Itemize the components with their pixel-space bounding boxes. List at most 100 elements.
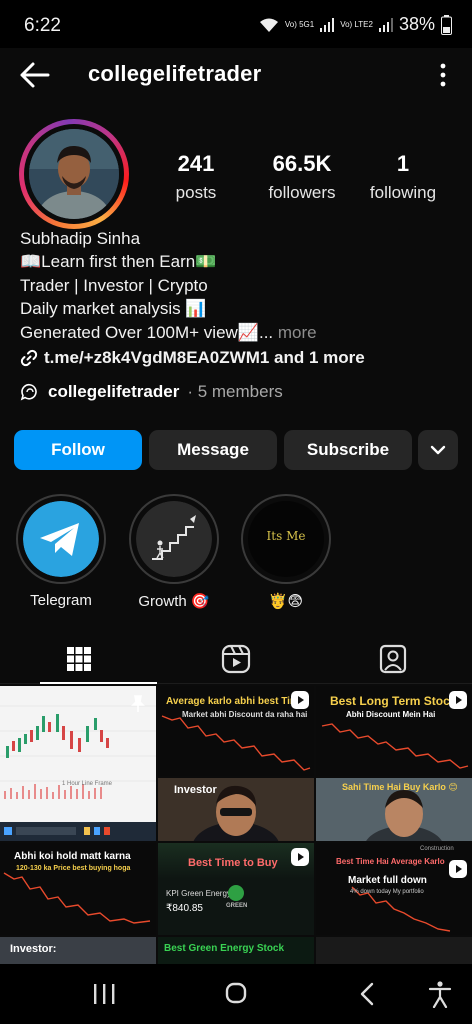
highlight-its-me[interactable]: Its Me 🤴😨 xyxy=(236,494,336,610)
post-caption: Abhi Discount Mein Hai xyxy=(346,710,436,719)
recent-apps-icon[interactable] xyxy=(84,980,124,1008)
post-caption: Best Green Energy Stock xyxy=(164,943,285,954)
active-tab-indicator xyxy=(40,682,157,684)
grid-post[interactable]: Best Time to Buy KPI Green Energy ₹840.8… xyxy=(158,843,314,935)
profile-stats: 241 posts 66.5K followers 1 following xyxy=(150,151,460,211)
grid-post[interactable]: Best Green Energy Stock xyxy=(158,937,314,964)
following-stat[interactable]: 1 following xyxy=(358,151,448,203)
reel-icon xyxy=(449,860,467,878)
grid-post[interactable]: Best Long Term Stock Abhi Discount Mein … xyxy=(316,686,472,776)
wifi-icon xyxy=(259,18,278,32)
post-caption: Abhi koi hold matt karna xyxy=(14,851,131,862)
post-caption: Investor xyxy=(174,784,217,796)
post-caption: Construction xyxy=(420,846,454,852)
status-time: 6:22 xyxy=(24,15,61,36)
posts-stat[interactable]: 241 posts xyxy=(150,151,242,203)
highlight-label: Telegram xyxy=(30,592,92,609)
link-icon xyxy=(20,349,38,366)
more-options-icon[interactable] xyxy=(438,62,448,88)
grid-post[interactable]: Investor: xyxy=(0,937,156,964)
channel-members: · 5 members xyxy=(187,382,283,401)
highlight-telegram[interactable]: Telegram xyxy=(11,494,111,609)
its-me-thumbnail: Its Me xyxy=(248,501,324,577)
bio-line-text: Generated Over 100M+ view📈... xyxy=(20,322,274,342)
sim1-label: Vo) 5G1 xyxy=(284,19,315,29)
bio-line-last: Generated Over 100M+ view📈... more xyxy=(20,321,460,344)
profile-name: Subhadip Sinha xyxy=(20,229,141,248)
highlight-growth[interactable]: Growth 🎯 xyxy=(124,494,224,610)
battery-icon xyxy=(441,14,452,35)
back-arrow-icon[interactable] xyxy=(18,60,52,90)
suggested-accounts-button[interactable] xyxy=(418,430,458,470)
status-icons: Vo) 5G1 Vo) LTE2 38% xyxy=(259,14,452,35)
follow-button[interactable]: Follow xyxy=(14,430,142,470)
post-caption: 1 Hour Line Frame xyxy=(62,781,113,787)
post-caption: KPI Green Energy xyxy=(166,889,231,898)
tab-tagged[interactable] xyxy=(314,634,471,684)
system-nav-bar xyxy=(0,964,472,1024)
post-caption: Investor: xyxy=(10,943,57,955)
profile-tabs xyxy=(0,634,472,684)
status-bar: 6:22 Vo) 5G1 Vo) LTE2 38% xyxy=(0,0,472,48)
telegram-icon xyxy=(23,501,99,577)
bio-line: 📖Learn first then Earn💵 xyxy=(20,252,217,272)
story-highlights: Telegram Growth 🎯 Its Me 🤴😨 xyxy=(0,494,472,614)
pin-icon xyxy=(131,695,145,712)
following-label: following xyxy=(369,183,437,202)
post-caption: 4% down today My portfolio xyxy=(350,889,424,895)
reels-icon xyxy=(221,644,250,674)
subscribe-button[interactable]: Subscribe xyxy=(284,430,412,470)
followers-count: 66.5K xyxy=(272,151,332,176)
sim2-label: Vo) LTE2 xyxy=(340,19,373,29)
grid-post[interactable]: Sahi Time Hai Buy Karlo 😊 xyxy=(316,778,472,841)
tab-posts[interactable] xyxy=(0,634,157,684)
bio-line: Trader | Investor | Crypto xyxy=(20,275,208,295)
back-nav-icon[interactable] xyxy=(348,980,388,1008)
growth-stairs-icon xyxy=(136,501,212,577)
broadcast-channel-icon xyxy=(20,384,37,401)
post-caption: 120-130 ka Price best buying hoga xyxy=(16,865,131,872)
signal2-icon xyxy=(378,17,393,32)
followers-stat[interactable]: 66.5K followers xyxy=(252,151,352,203)
post-caption: Sahi Time Hai Buy Karlo 😊 xyxy=(342,782,458,792)
followers-label: followers xyxy=(268,183,336,202)
grid-post[interactable]: Construction Best Time Hai Average Karlo… xyxy=(316,843,472,935)
highlight-label: 🤴😨 xyxy=(268,593,304,610)
highlight-inner-text: Its Me xyxy=(266,529,306,543)
post-caption: Best Time Hai Average Karlo xyxy=(336,857,445,866)
profile-bio: Subhadip Sinha 📖Learn first then Earn💵 T… xyxy=(20,227,460,369)
post-caption: Market full down xyxy=(348,875,427,886)
bio-more-link[interactable]: more xyxy=(273,323,317,342)
post-caption: Average karlo abhi best Time xyxy=(166,696,305,707)
tab-reels[interactable] xyxy=(157,634,314,684)
tagged-person-icon xyxy=(379,644,406,674)
chevron-down-icon xyxy=(430,445,446,455)
grid-post[interactable]: Average karlo abhi best Time Market abhi… xyxy=(158,686,314,776)
profile-link[interactable]: t.me/+z8k4VgdM8EA0ZWM1 and 1 more xyxy=(20,346,460,369)
highlight-label: Growth 🎯 xyxy=(138,593,210,610)
reel-icon xyxy=(291,848,309,866)
post-caption: Market abhi Discount da raha hai xyxy=(182,710,308,719)
battery-percent: 38% xyxy=(398,14,435,34)
reel-icon xyxy=(291,691,309,709)
message-button[interactable]: Message xyxy=(149,430,277,470)
bio-line: Daily market analysis 📊 xyxy=(20,299,207,319)
grid-post[interactable]: 1 Hour Line Frame xyxy=(0,686,156,841)
following-count: 1 xyxy=(396,151,410,176)
grid-post[interactable]: Investor xyxy=(158,778,314,841)
post-caption: Best Time to Buy xyxy=(188,857,278,869)
avatar[interactable] xyxy=(29,129,119,219)
home-icon[interactable] xyxy=(216,980,256,1008)
grid-icon xyxy=(66,647,91,671)
posts-grid: 1 Hour Line Frame Average karlo abhi bes… xyxy=(0,686,472,964)
broadcast-channel[interactable]: collegelifetrader · 5 members xyxy=(20,382,283,402)
posts-count: 241 xyxy=(177,151,215,176)
story-ring[interactable] xyxy=(19,119,129,229)
accessibility-icon[interactable] xyxy=(420,980,460,1008)
grid-post[interactable] xyxy=(316,937,472,964)
posts-label: posts xyxy=(175,183,217,202)
kpi-green-logo xyxy=(228,885,244,901)
grid-post[interactable]: Abhi koi hold matt karna 120-130 ka Pric… xyxy=(0,843,156,935)
channel-name: collegelifetrader xyxy=(48,382,180,401)
reel-icon xyxy=(449,691,467,709)
